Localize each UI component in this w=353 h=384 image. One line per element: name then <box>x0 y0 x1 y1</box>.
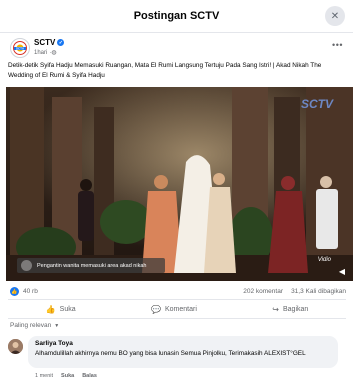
share-icon: ↪ <box>272 304 279 314</box>
comment-like-link[interactable]: Suka <box>61 373 74 379</box>
modal-header: Postingan SCTV ✕ <box>0 0 353 33</box>
share-button-label: Bagikan <box>282 305 309 313</box>
more-options-icon[interactable]: ••• <box>332 40 343 50</box>
post-header: SCTV SCTV ✓ 1hari ·◍ ••• <box>8 38 345 60</box>
reaction-count[interactable]: 40 rb <box>23 288 38 295</box>
modal-title: Postingan SCTV <box>133 10 220 22</box>
avatar-logo-text: SCTV <box>16 47 24 51</box>
post-caption: Detik-detik Syifa Hadju Memasuki Ruangan… <box>8 62 322 79</box>
page-name[interactable]: SCTV ✓ <box>34 38 65 47</box>
comment-author[interactable]: Sarliya Toya <box>35 340 331 347</box>
video-subtitle: Pengantin wanita memasuki area akad nika… <box>17 258 165 273</box>
subtitle-logo-icon <box>21 260 32 271</box>
avatar-image <box>8 339 23 354</box>
actions-divider <box>8 318 346 319</box>
vidio-watermark: Vidio <box>317 257 331 263</box>
comment-reply-link[interactable]: Balas <box>82 373 97 379</box>
comment-sort-dropdown[interactable]: Paling relevan ▼ <box>10 322 59 329</box>
post-time-label[interactable]: 1hari <box>34 50 47 56</box>
post-video[interactable]: SCTV Pengantin wanita memasuki area akad… <box>6 87 353 281</box>
comment-time[interactable]: 1 menit <box>35 373 53 379</box>
close-button[interactable]: ✕ <box>325 6 345 26</box>
globe-icon: ·◍ <box>49 50 57 56</box>
thumbs-up-icon: 👍 <box>45 304 56 314</box>
volume-icon[interactable]: ◀ <box>339 267 345 276</box>
post-time[interactable]: 1hari ·◍ <box>34 49 57 57</box>
post-stats: 👍 40 rb 202 komentar 31,3 Kali dibagikan <box>8 286 346 298</box>
video-subtitle-text: Pengantin wanita memasuki area akad nika… <box>37 262 147 269</box>
video-frame <box>6 87 353 281</box>
like-button[interactable]: 👍 Suka <box>46 305 76 314</box>
share-button[interactable]: ↪ Bagikan <box>272 305 308 314</box>
stats-divider <box>8 299 346 300</box>
close-icon: ✕ <box>330 10 340 22</box>
comment-text: Alhamdulillah akhirnya nemu BO yang bisa… <box>35 350 306 357</box>
comment-button-label: Komentari <box>164 305 197 313</box>
sctv-watermark: SCTV <box>300 97 333 111</box>
post-modal: Postingan SCTV ✕ SCTV SCTV ✓ 1hari ·◍ ••… <box>0 0 353 384</box>
page-name-label[interactable]: SCTV <box>34 38 55 47</box>
like-reaction-icon[interactable]: 👍 <box>10 287 19 296</box>
share-count[interactable]: 31,3 Kali dibagikan <box>291 288 346 295</box>
comment-sort-label[interactable]: Paling relevan <box>10 322 51 329</box>
comment-meta: 1 menit Suka Balas <box>35 373 97 379</box>
comment-button[interactable]: 💬 Komentari <box>151 305 197 314</box>
like-button-label: Suka <box>59 305 76 313</box>
sctv-logo-icon: SCTV <box>13 41 27 55</box>
commenter-avatar[interactable] <box>8 339 23 354</box>
verified-badge-icon: ✓ <box>57 39 65 46</box>
comment-icon: 💬 <box>151 304 161 314</box>
chevron-down-icon: ▼ <box>54 322 60 329</box>
comment-bubble: Sarliya Toya Alhamdulillah akhirnya nemu… <box>28 336 338 368</box>
comment-count[interactable]: 202 komentar <box>243 288 283 295</box>
comment-item: Sarliya Toya Alhamdulillah akhirnya nemu… <box>8 336 346 384</box>
post-actions: 👍 Suka 💬 Komentari ↪ Bagikan <box>8 301 346 317</box>
page-avatar[interactable]: SCTV <box>10 38 30 58</box>
